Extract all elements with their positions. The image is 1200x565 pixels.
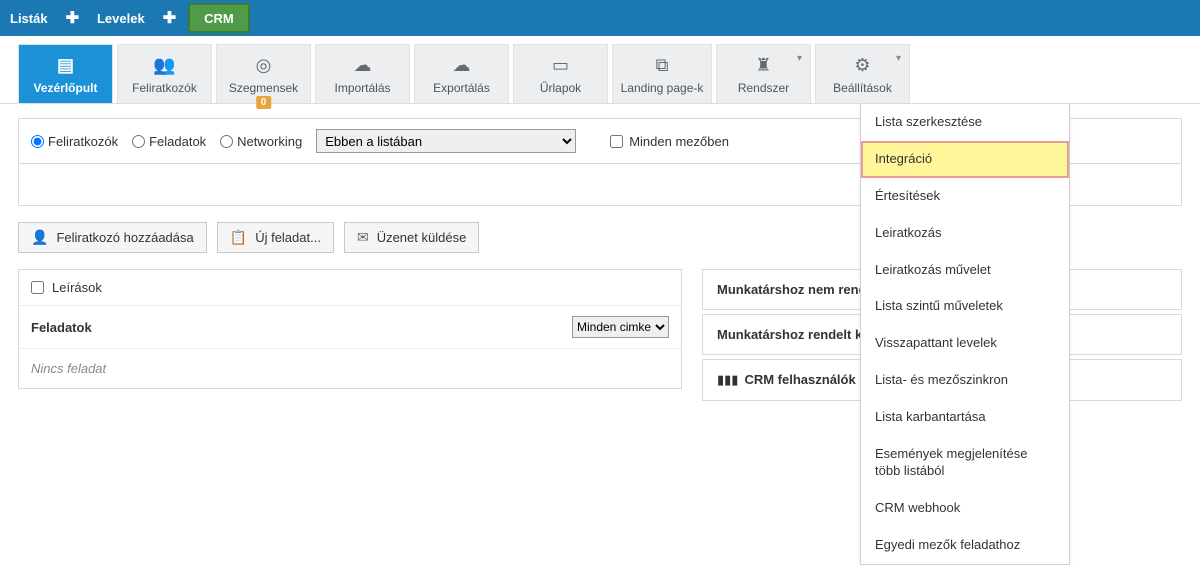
new-task-button[interactable]: 📋 Új feladat... xyxy=(217,222,334,253)
tab-label: Űrlapok xyxy=(540,81,581,95)
target-icon: ◎ xyxy=(223,55,304,75)
settings-menu-item[interactable]: Lista- és mezőszinkron xyxy=(861,362,1069,399)
tab-segments[interactable]: ◎ Szegmensek 0 xyxy=(216,44,311,103)
tab-settings[interactable]: ⚙ ▾ Beállítások xyxy=(815,44,910,103)
settings-menu-item[interactable]: Integráció xyxy=(861,141,1069,178)
settings-menu-item[interactable]: Visszapattant levelek xyxy=(861,325,1069,362)
tasks-empty-text: Nincs feladat xyxy=(19,349,681,388)
topbar-letters-plus-icon[interactable]: ✚ xyxy=(155,0,184,36)
settings-menu-item[interactable]: Események megjelenítése több listából xyxy=(861,436,1069,490)
tab-label: Rendszer xyxy=(738,81,789,95)
button-label: Feliratkozó hozzáadása xyxy=(56,230,193,245)
nav-tabs: ▤ Vezérlőpult 👥 Feliratkozók ◎ Szegmense… xyxy=(0,36,1200,104)
settings-menu-item[interactable]: Egyedi mezők feladathoz xyxy=(861,527,1069,564)
tab-label: Exportálás xyxy=(433,81,490,95)
radio-subscribers[interactable]: Feliratkozók xyxy=(31,134,118,149)
code-page-icon: ⧉ xyxy=(619,55,705,75)
scope-select[interactable]: Ebben a listában xyxy=(316,129,576,153)
tab-label: Feliratkozók xyxy=(132,81,197,95)
radio-label: Feliratkozók xyxy=(48,134,118,149)
people-icon: 👥 xyxy=(124,55,205,75)
tab-system[interactable]: ♜ ▾ Rendszer xyxy=(716,44,811,103)
bar-chart-icon: ▮▮▮ xyxy=(717,372,738,387)
tab-dashboard[interactable]: ▤ Vezérlőpult xyxy=(18,44,113,103)
tab-import[interactable]: ☁ Importálás xyxy=(315,44,410,103)
tab-forms[interactable]: ▭ Űrlapok xyxy=(513,44,608,103)
radio-tasks[interactable]: Feladatok xyxy=(132,134,206,149)
settings-dropdown: Lista szerkesztéseIntegrációÉrtesítésekL… xyxy=(860,104,1070,565)
filter-radio-group: Feliratkozók Feladatok Networking xyxy=(31,134,302,149)
descriptions-row: Leírások xyxy=(19,270,681,306)
tab-landing[interactable]: ⧉ Landing page-k xyxy=(612,44,712,103)
settings-menu-item[interactable]: Lista szerkesztése xyxy=(861,104,1069,141)
send-message-button[interactable]: ✉ Üzenet küldése xyxy=(344,222,479,253)
descriptions-checkbox[interactable] xyxy=(31,281,44,294)
tags-select[interactable]: Minden cimke xyxy=(572,316,669,338)
all-fields-input[interactable] xyxy=(610,135,623,148)
left-panel: Leírások Feladatok Minden cimke Nincs fe… xyxy=(18,269,682,389)
descriptions-label: Leírások xyxy=(52,280,102,295)
tasks-header-row: Feladatok Minden cimke xyxy=(19,306,681,349)
tab-label: Beállítások xyxy=(833,81,892,95)
settings-menu-item[interactable]: CRM webhook xyxy=(861,490,1069,527)
tab-subscribers[interactable]: 👥 Feliratkozók xyxy=(117,44,212,103)
cloud-up-icon: ☁ xyxy=(322,55,403,75)
radio-label: Networking xyxy=(237,134,302,149)
settings-menu-item[interactable]: Lista szintű műveletek xyxy=(861,288,1069,325)
form-icon: ▭ xyxy=(520,55,601,75)
id-card-icon: ▤ xyxy=(25,55,106,75)
topbar-lists[interactable]: Listák xyxy=(0,0,58,36)
radio-label: Feladatok xyxy=(149,134,206,149)
settings-menu-item[interactable]: Leiratkozás művelet xyxy=(861,252,1069,289)
tasks-title: Feladatok xyxy=(31,320,92,335)
add-subscriber-button[interactable]: 👤 Feliratkozó hozzáadása xyxy=(18,222,207,253)
button-label: Új feladat... xyxy=(255,230,321,245)
topbar-crm[interactable]: CRM xyxy=(188,3,250,33)
tab-label: Vezérlőpult xyxy=(33,81,97,95)
radio-tasks-input[interactable] xyxy=(132,135,145,148)
chevron-down-icon: ▾ xyxy=(896,53,901,64)
tab-label: Landing page-k xyxy=(621,81,704,95)
envelope-icon: ✉ xyxy=(357,229,369,246)
clipboard-icon: 📋 xyxy=(230,229,247,246)
tab-label: Importálás xyxy=(334,81,390,95)
person-plus-icon: 👤 xyxy=(31,229,48,246)
top-bar: Listák ✚ Levelek ✚ CRM xyxy=(0,0,1200,36)
all-fields-checkbox[interactable]: Minden mezőben xyxy=(610,134,729,149)
tab-export[interactable]: ☁ Exportálás xyxy=(414,44,509,103)
tab-label: Szegmensek xyxy=(229,81,298,95)
button-label: Üzenet küldése xyxy=(377,230,467,245)
settings-menu-item[interactable]: Lista karbantartása xyxy=(861,399,1069,436)
checkbox-label: Minden mezőben xyxy=(629,134,729,149)
radio-subscribers-input[interactable] xyxy=(31,135,44,148)
settings-menu-item[interactable]: Értesítések xyxy=(861,178,1069,215)
sitemap-icon: ♜ xyxy=(723,55,804,75)
radio-networking[interactable]: Networking xyxy=(220,134,302,149)
gear-icon: ⚙ xyxy=(822,55,903,75)
settings-menu-item[interactable]: Leiratkozás xyxy=(861,215,1069,252)
topbar-lists-plus-icon[interactable]: ✚ xyxy=(58,0,87,36)
radio-networking-input[interactable] xyxy=(220,135,233,148)
topbar-letters[interactable]: Levelek xyxy=(87,0,155,36)
cloud-down-icon: ☁ xyxy=(421,55,502,75)
chevron-down-icon: ▾ xyxy=(797,53,802,64)
content-area: Lista szerkesztéseIntegrációÉrtesítésekL… xyxy=(0,104,1200,435)
